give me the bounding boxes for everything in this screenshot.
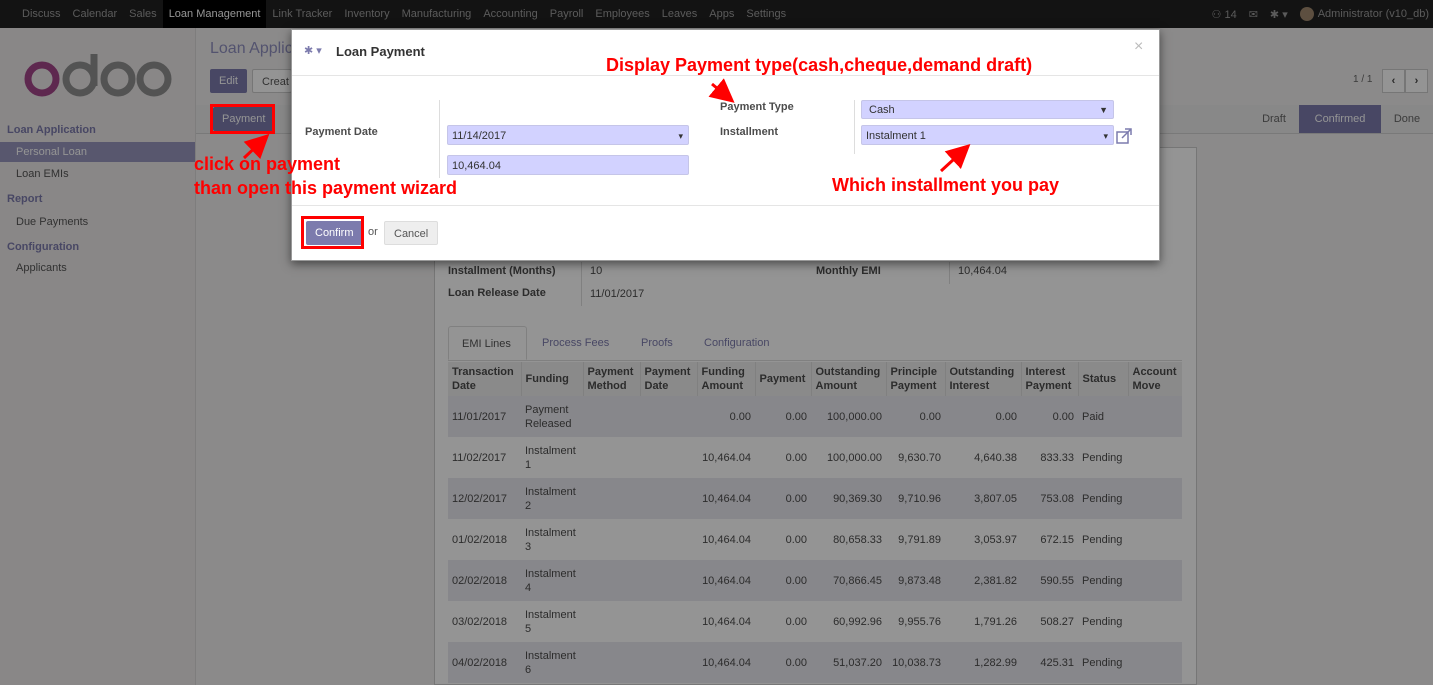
payment-type-label: Payment Type	[720, 101, 794, 113]
external-link-icon[interactable]	[1116, 128, 1133, 144]
amount-field[interactable]: 10,464.04	[447, 155, 689, 175]
close-icon[interactable]: ×	[1134, 38, 1143, 56]
dropdown-arrow-icon: ▾	[678, 131, 683, 141]
installment-label: Installment	[720, 126, 779, 138]
installment-annotation: Which installment you pay	[832, 175, 1060, 195]
payment-date-label: Payment Date	[305, 126, 378, 138]
amount-value: 10,464.04	[452, 160, 501, 172]
debug-menu-icon[interactable]: ✱ ▾	[304, 44, 322, 57]
payment-date-field[interactable]: 11/14/2017 ▾	[447, 125, 689, 145]
dropdown-arrow-icon: ▼	[1099, 105, 1108, 115]
click-annotation-line-1: click on payment	[194, 154, 341, 174]
dialog-title: Loan Payment	[336, 44, 425, 59]
click-annotation-line-2: than open this payment wizard	[194, 178, 458, 198]
installment-field[interactable]: Instalment 1 ▾	[861, 125, 1114, 145]
payment-type-annotation: Display Payment type(cash,cheque,demand …	[606, 55, 1033, 75]
payment-type-select[interactable]: Cash ▼	[861, 100, 1114, 119]
confirm-highlight-box	[301, 216, 364, 249]
installment-value: Instalment 1	[866, 130, 926, 142]
or-text: or	[368, 226, 378, 238]
payment-type-value: Cash	[869, 104, 895, 116]
dialog-footer-divider	[292, 205, 1159, 206]
divider	[439, 100, 440, 178]
payment-highlight-box	[210, 104, 275, 134]
payment-date-value: 11/14/2017	[452, 130, 507, 142]
dropdown-arrow-icon: ▾	[1103, 131, 1108, 141]
divider	[854, 100, 855, 154]
cancel-button[interactable]: Cancel	[384, 221, 439, 245]
